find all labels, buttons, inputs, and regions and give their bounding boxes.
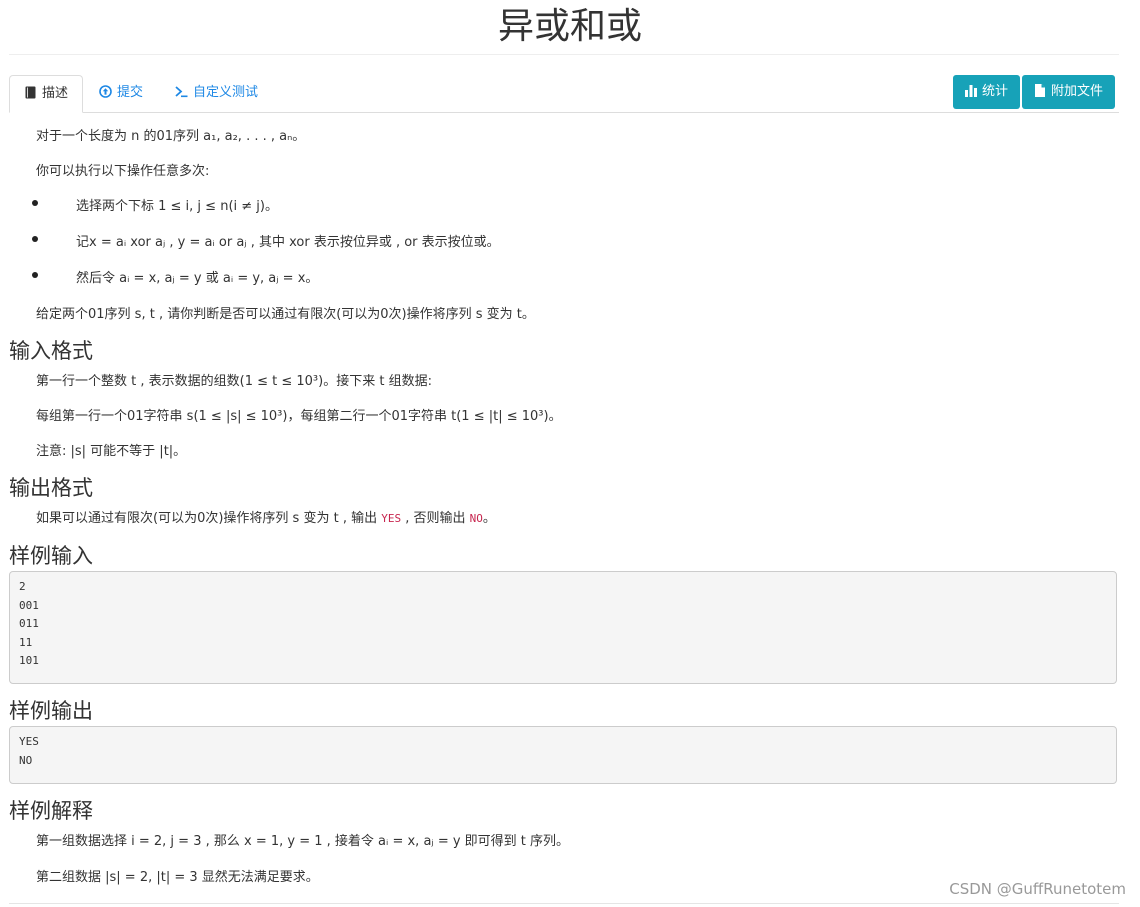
list-bullet <box>32 272 38 278</box>
output-format-paragraph: 如果可以通过有限次(可以为0次)操作将序列 s 变为 t , 输出 YES , … <box>36 507 496 526</box>
no-code: NO <box>469 512 483 525</box>
stats-button-label: 统计 <box>982 84 1009 99</box>
tab-submit-label: 提交 <box>117 85 144 100</box>
input-format-heading: 输入格式 <box>9 339 93 363</box>
bottom-divider <box>9 903 1119 904</box>
upload-circle-icon <box>99 77 112 98</box>
list-bullet <box>32 200 38 206</box>
attachment-button-label: 附加文件 <box>1051 84 1104 99</box>
explanation-paragraph-1: 第一组数据选择 i = 2, j = 3 , 那么 x = 1, y = 1 ,… <box>36 834 570 849</box>
explanation-paragraph-2: 第二组数据 |s| = 2, |t| = 3 显然无法满足要求。 <box>36 870 319 885</box>
title-divider <box>9 54 1119 55</box>
output-format-heading: 输出格式 <box>9 476 93 500</box>
watermark: CSDN @GuffRunetotem <box>949 880 1126 898</box>
description-paragraph-1: 对于一个长度为 n 的01序列 a₁, a₂, . . . , aₙ。 <box>36 129 306 144</box>
description-paragraph-2: 你可以执行以下操作任意多次: <box>36 164 210 179</box>
terminal-icon <box>175 77 188 98</box>
tab-custom-test[interactable]: 自定义测试 <box>161 75 272 111</box>
book-icon <box>24 78 37 99</box>
output-format-text-b: , 否则输出 <box>401 511 470 526</box>
attachment-button[interactable]: 附加文件 <box>1022 75 1116 109</box>
output-format-text-a: 如果可以通过有限次(可以为0次)操作将序列 s 变为 t , 输出 <box>36 511 382 526</box>
page-title: 异或和或 <box>497 6 642 47</box>
bar-chart-icon <box>965 77 977 97</box>
sample-input-heading: 样例输入 <box>9 544 93 568</box>
input-format-paragraph-2: 每组第一行一个01字符串 s(1 ≤ |s| ≤ 10³)，每组第二行一个01字… <box>36 409 562 424</box>
sample-output-heading: 样例输出 <box>9 699 93 723</box>
tab-description[interactable]: 描述 <box>9 75 84 113</box>
description-paragraph-3: 给定两个01序列 s, t , 请你判断是否可以通过有限次(可以为0次)操作将序… <box>36 307 535 322</box>
operation-item-2: 记x = aᵢ xor aⱼ , y = aᵢ or aⱼ , 其中 xor 表… <box>76 235 500 250</box>
tab-custom-test-label: 自定义测试 <box>193 85 259 100</box>
sample-input-block: 2 001 011 11 101 <box>9 571 1117 684</box>
file-icon <box>1034 77 1046 97</box>
operation-item-3: 然后令 aᵢ = x, aⱼ = y 或 aᵢ = y, aⱼ = x。 <box>76 271 319 286</box>
input-format-paragraph-3: 注意: |s| 可能不等于 |t|。 <box>36 444 187 459</box>
stats-button[interactable]: 统计 <box>953 75 1021 109</box>
input-format-paragraph-1: 第一行一个整数 t , 表示数据的组数(1 ≤ t ≤ 10³)。接下来 t 组… <box>36 374 432 389</box>
tab-submit[interactable]: 提交 <box>85 75 157 111</box>
list-bullet <box>32 236 38 242</box>
operation-item-1: 选择两个下标 1 ≤ i, j ≤ n(i ≠ j)。 <box>76 199 278 214</box>
yes-code: YES <box>381 512 402 525</box>
sample-output-block: YES NO <box>9 726 1117 784</box>
output-format-text-c: 。 <box>482 511 496 526</box>
explanation-heading: 样例解释 <box>9 799 93 823</box>
tab-description-label: 描述 <box>42 86 69 101</box>
